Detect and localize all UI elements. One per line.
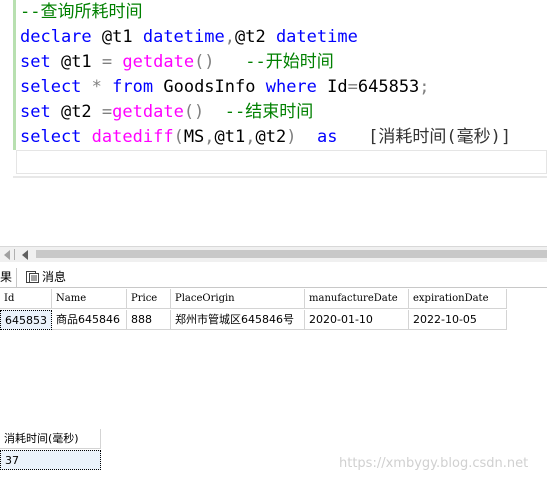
column-header-name[interactable]: Name	[52, 289, 127, 309]
result-tabs: 果 消息	[0, 262, 547, 288]
cell-placeorigin[interactable]: 郑州市管城区645846号	[171, 310, 305, 330]
code-line[interactable]: select * from GoodsInfo where Id=645853;	[20, 75, 430, 100]
code-token: --结束时间	[224, 102, 314, 122]
code-token: Id	[316, 77, 348, 97]
code-token: ()	[194, 52, 215, 72]
tab-messages[interactable]: 消息	[24, 268, 66, 287]
code-token: datetime	[275, 27, 358, 47]
code-token: --查询所耗时间	[20, 2, 143, 22]
code-token: (	[173, 127, 184, 147]
column-header-id[interactable]: Id	[0, 289, 52, 309]
tab-results-label: 果	[0, 270, 13, 284]
editor-gutter	[0, 0, 13, 178]
watermark: https://xmbygy.blog.csdn.net	[339, 456, 529, 471]
code-line[interactable]: set @t1 = getdate() --开始时间	[20, 50, 334, 75]
code-line-current[interactable]	[16, 150, 547, 174]
code-token: MS	[183, 127, 205, 147]
column-header-elapsed-ms[interactable]: 消耗时间(毫秒)	[0, 429, 101, 449]
code-token: from	[112, 77, 154, 97]
cell-name[interactable]: 商品645846	[52, 310, 127, 330]
code-token: @t2	[255, 127, 287, 147]
code-token: --开始时间	[245, 52, 334, 72]
code-token: set	[20, 52, 51, 72]
code-token: ,	[224, 27, 235, 47]
code-token: GoodsInfo	[153, 77, 266, 97]
code-line[interactable]: set @t2 =getdate() --结束时间	[20, 100, 313, 125]
code-token: 645853	[357, 77, 420, 97]
scroll-left-arrow-icon[interactable]	[4, 250, 10, 260]
code-token: getdate	[112, 102, 184, 122]
cell-price[interactable]: 888	[127, 310, 171, 330]
cell-id[interactable]: 645853	[0, 310, 52, 330]
code-token: )	[286, 127, 297, 147]
code-token: @t1	[50, 52, 102, 72]
code-token: [消耗时间(毫秒)]	[368, 127, 512, 147]
code-token: ;	[419, 77, 430, 97]
code-token: =	[101, 52, 113, 72]
code-token: ,	[204, 127, 215, 147]
code-token: declare	[20, 27, 92, 47]
messages-icon	[26, 271, 39, 283]
cell-manufacturedate[interactable]: 2020-01-10	[305, 310, 409, 330]
code-token: getdate	[122, 52, 195, 72]
code-token: as	[316, 127, 338, 147]
change-indicator-bar	[13, 0, 16, 150]
code-line[interactable]: declare @t1 datetime,@t2 datetime	[20, 25, 358, 50]
code-token: =	[347, 77, 358, 97]
column-header-price[interactable]: Price	[127, 289, 171, 309]
code-line[interactable]: --查询所耗时间	[20, 0, 142, 25]
column-header-manufacturedate[interactable]: manufactureDate	[305, 289, 409, 309]
code-token: @t2	[50, 102, 102, 122]
scrollbar-separator	[14, 249, 15, 260]
cell-expirationdate[interactable]: 2022-10-05	[409, 310, 507, 330]
code-token: where	[265, 77, 317, 97]
scrollbar-thumb[interactable]	[36, 250, 547, 258]
code-token: datediff	[91, 127, 174, 147]
code-token: datetime	[142, 27, 225, 47]
code-token: ,	[245, 127, 256, 147]
code-token: *	[91, 77, 102, 97]
column-header-placeorigin[interactable]: PlaceOrigin	[171, 289, 305, 309]
code-token: @t1	[214, 127, 246, 147]
code-token: @t1	[91, 27, 143, 47]
tab-messages-label: 消息	[42, 270, 67, 284]
code-token: ()	[183, 102, 205, 122]
code-line[interactable]: select datediff(MS,@t1,@t2) as [消耗时间(毫秒)…	[20, 125, 511, 150]
code-token: =	[101, 102, 113, 122]
code-token: @t2	[234, 27, 276, 47]
horizontal-scrollbar[interactable]	[0, 246, 547, 262]
sql-editor[interactable]: --查询所耗时间 declare @t1 datetime,@t2 datetim…	[0, 0, 547, 178]
editor-bottom-border	[13, 176, 547, 178]
column-header-expirationdate[interactable]: expirationDate	[409, 289, 507, 309]
cell-elapsed-ms[interactable]: 37	[0, 450, 101, 470]
scroll-left-arrow-icon[interactable]	[22, 250, 28, 260]
code-token: set	[20, 102, 51, 122]
code-token: select	[20, 127, 82, 147]
code-token: select	[20, 77, 82, 97]
tab-results[interactable]: 果	[0, 268, 18, 287]
